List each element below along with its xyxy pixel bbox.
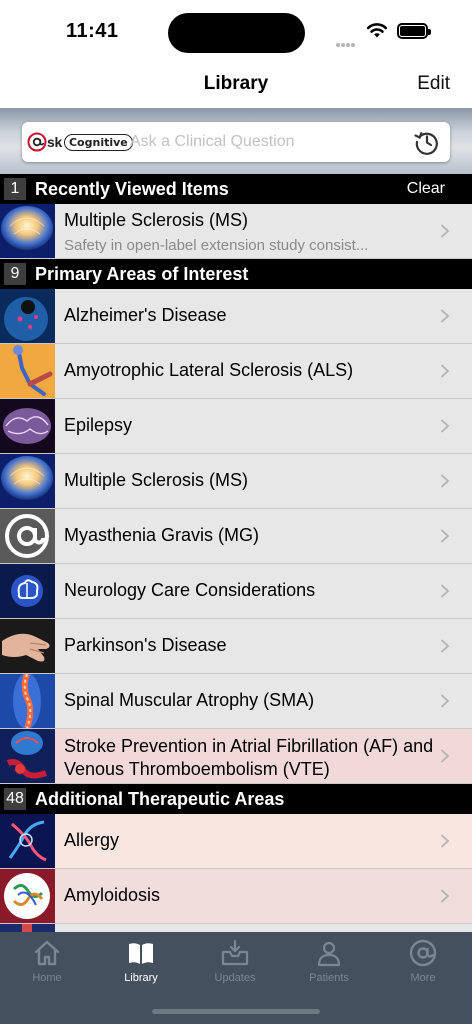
- page-title: Library: [203, 73, 269, 94]
- status-bar: 11:41: [0, 0, 472, 62]
- chevron-right-icon: [441, 529, 450, 543]
- chevron-right-icon: [441, 694, 450, 708]
- section-title: Additional Therapeutic Areas: [35, 788, 285, 809]
- section-header-recent: 1 Recently Viewed Items Clear: [0, 174, 472, 204]
- at-sign-thumbnail: [0, 509, 55, 563]
- list-item-allergy[interactable]: Allergy: [0, 814, 472, 869]
- list-item-amyloidosis[interactable]: Amyloidosis: [0, 869, 472, 924]
- tab-label: Updates: [214, 972, 256, 984]
- search-input[interactable]: [130, 130, 400, 154]
- spine-thumbnail: [0, 674, 55, 728]
- wifi-icon: [366, 23, 388, 38]
- list-item-alzheimers[interactable]: Alzheimer's Disease: [0, 289, 472, 344]
- chevron-right-icon: [441, 584, 450, 598]
- chevron-right-icon: [441, 309, 450, 323]
- als-neuron-thumbnail: [0, 344, 55, 398]
- list-item-als[interactable]: Amyotrophic Lateral Sclerosis (ALS): [0, 344, 472, 399]
- list-item-neurology-care[interactable]: Neurology Care Considerations: [0, 564, 472, 619]
- home-indicator: [152, 1009, 320, 1014]
- cellular-signal-icon: [336, 34, 356, 52]
- section-header-primary: 9 Primary Areas of Interest: [0, 259, 472, 289]
- tab-label: Patients: [309, 972, 349, 984]
- edit-button[interactable]: Edit: [417, 73, 450, 95]
- chevron-right-icon: [441, 889, 450, 903]
- list-item-parkinsons[interactable]: Parkinson's Disease: [0, 619, 472, 674]
- list-item-subtitle: Safety in open-label extension study con…: [64, 237, 369, 254]
- brain-outline-thumbnail: [0, 564, 55, 618]
- epilepsy-brain-thumbnail: [0, 399, 55, 453]
- partial-thumbnail: [0, 924, 55, 932]
- list-item-title: Amyloidosis: [64, 885, 161, 905]
- list-item-epilepsy[interactable]: Epilepsy: [0, 399, 472, 454]
- list-item-title: Epilepsy: [64, 415, 133, 435]
- list-item-stroke-prevention[interactable]: Stroke Prevention in Atrial Fibrillation…: [0, 729, 472, 784]
- brain-glow-thumbnail: [0, 454, 55, 508]
- list-item-title: Stroke Prevention in Atrial Fibrillation…: [64, 736, 434, 779]
- section-count-badge: 48: [4, 788, 26, 810]
- list-item-sma[interactable]: Spinal Muscular Atrophy (SMA): [0, 674, 472, 729]
- tab-updates[interactable]: Updates: [188, 938, 282, 984]
- allergy-thumbnail: [0, 814, 55, 868]
- chevron-right-icon: [441, 834, 450, 848]
- at-sign-icon: [409, 939, 437, 967]
- section-header-additional: 48 Additional Therapeutic Areas: [0, 784, 472, 814]
- list-item-title: Alzheimer's Disease: [64, 305, 227, 325]
- alzheimers-thumbnail: [0, 289, 55, 343]
- search-box[interactable]: sk Cognitive: [22, 122, 450, 162]
- at-logo-icon: [27, 132, 47, 152]
- amyloidosis-thumbnail: [0, 869, 55, 923]
- section-count-badge: 1: [4, 178, 26, 200]
- list-item-myasthenia-gravis[interactable]: Myasthenia Gravis (MG): [0, 509, 472, 564]
- clear-button[interactable]: Clear: [407, 180, 445, 198]
- chevron-right-icon: [441, 749, 450, 763]
- chevron-right-icon: [441, 639, 450, 653]
- book-icon: [129, 943, 153, 964]
- tab-label: Home: [32, 972, 62, 984]
- chevron-right-icon: [441, 419, 450, 433]
- section-count-badge: 9: [4, 263, 26, 285]
- list-item-title: Amyotrophic Lateral Sclerosis (ALS): [64, 360, 354, 380]
- house-icon: [34, 940, 60, 966]
- tab-patients[interactable]: Patients: [282, 938, 376, 984]
- brain-glow-thumbnail: [0, 204, 55, 258]
- section-title: Primary Areas of Interest: [35, 263, 249, 284]
- person-icon: [317, 941, 341, 967]
- list-item-title: Neurology Care Considerations: [64, 580, 316, 600]
- library-list[interactable]: 1 Recently Viewed Items Clear Multiple S…: [0, 174, 472, 932]
- list-item-recent-ms[interactable]: Multiple Sclerosis (MS) Safety in open-l…: [0, 204, 472, 259]
- tab-label: Library: [124, 972, 158, 984]
- inbox-download-icon: [221, 939, 249, 966]
- list-item-title: Allergy: [64, 830, 120, 850]
- tab-label: More: [410, 972, 436, 984]
- list-item-title: Multiple Sclerosis (MS): [64, 210, 249, 230]
- status-time: 11:41: [66, 20, 119, 42]
- chevron-right-icon: [441, 364, 450, 378]
- list-item-title: Multiple Sclerosis (MS): [64, 470, 249, 490]
- stroke-vte-thumbnail: [0, 729, 55, 783]
- battery-icon: [397, 23, 431, 39]
- tab-home[interactable]: Home: [0, 938, 94, 984]
- list-item-title: Parkinson's Disease: [64, 635, 227, 655]
- list-item-ms[interactable]: Multiple Sclerosis (MS): [0, 454, 472, 509]
- chevron-right-icon: [441, 224, 450, 238]
- chevron-right-icon: [441, 474, 450, 488]
- list-item-title: Myasthenia Gravis (MG): [64, 525, 260, 545]
- hand-thumbnail: [0, 619, 55, 673]
- tab-library[interactable]: Library: [94, 938, 188, 984]
- history-icon[interactable]: [413, 128, 441, 156]
- dynamic-island: [168, 13, 305, 53]
- navigation-bar: Library Edit: [0, 62, 472, 108]
- ask-cognitive-logo: sk Cognitive: [27, 131, 133, 153]
- list-item-title: Spinal Muscular Atrophy (SMA): [64, 690, 315, 710]
- section-title: Recently Viewed Items: [35, 178, 229, 199]
- search-banner: sk Cognitive: [0, 108, 472, 174]
- list-item-partial[interactable]: [0, 924, 472, 932]
- tab-more[interactable]: More: [376, 938, 470, 984]
